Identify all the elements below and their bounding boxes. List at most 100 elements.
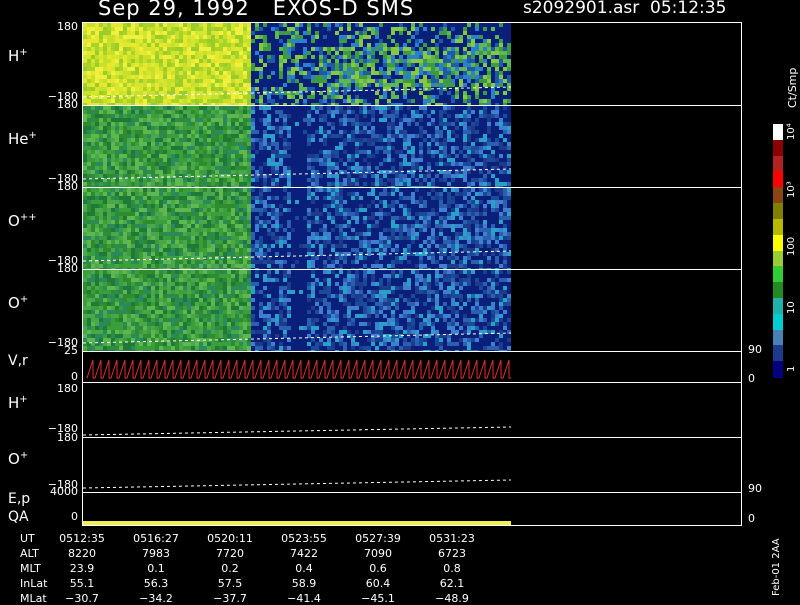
heatmap-cell	[283, 146, 287, 150]
heatmap-cell	[355, 216, 359, 220]
heatmap-cell	[83, 63, 87, 67]
heatmap-cell	[239, 87, 243, 91]
heatmap-cell	[367, 122, 371, 126]
heatmap-cell	[407, 47, 411, 51]
heatmap-cell	[411, 192, 415, 196]
heatmap-cell	[159, 188, 163, 192]
heatmap-cell	[403, 95, 407, 99]
heatmap-cell	[255, 27, 259, 31]
heatmap-cell	[159, 192, 163, 196]
heatmap-cell	[235, 126, 239, 130]
heatmap-cell	[483, 43, 487, 47]
heatmap-cell	[143, 182, 147, 186]
heatmap-cell	[203, 75, 207, 79]
heatmap-cell	[211, 236, 215, 240]
heatmap-cell	[187, 106, 191, 110]
heatmap-cell	[239, 138, 243, 142]
heatmap-cell	[275, 208, 279, 212]
heatmap-cell	[147, 166, 151, 170]
heatmap-cell	[143, 240, 147, 244]
heatmap-cell	[399, 79, 403, 83]
heatmap-cell	[263, 204, 267, 208]
ytick-top: 180	[57, 98, 78, 111]
heatmap-cell	[175, 264, 179, 268]
heatmap-cell	[95, 248, 99, 252]
heatmap-cell	[355, 236, 359, 240]
heatmap-cell	[363, 51, 367, 55]
heatmap-cell	[179, 264, 183, 268]
heatmap-cell	[223, 35, 227, 39]
heatmap-cell	[399, 67, 403, 71]
heatmap-cell	[179, 232, 183, 236]
heatmap-cell	[123, 146, 127, 150]
heatmap-cell	[167, 43, 171, 47]
heatmap-cell	[159, 75, 163, 79]
heatmap-cell	[395, 47, 399, 51]
heatmap-cell	[95, 270, 99, 274]
heatmap-cell	[263, 252, 267, 256]
heatmap-cell	[183, 196, 187, 200]
heatmap-cell	[83, 248, 87, 252]
heatmap-cell	[151, 224, 155, 228]
heatmap-cell	[91, 252, 95, 256]
heatmap-cell	[391, 31, 395, 35]
heatmap-cell	[359, 252, 363, 256]
heatmap-cell	[111, 99, 115, 103]
heatmap-cell	[251, 244, 255, 248]
heatmap-cell	[243, 240, 247, 244]
heatmap-cell	[447, 216, 451, 220]
heatmap-cell	[243, 95, 247, 99]
heatmap-cell	[419, 126, 423, 130]
heatmap-cell	[487, 75, 491, 79]
heatmap-cell	[467, 166, 471, 170]
heatmap-cell	[247, 67, 251, 71]
heatmap-cell	[263, 122, 267, 126]
heatmap-cell	[127, 110, 131, 114]
heatmap-cell	[343, 162, 347, 166]
heatmap-cell	[215, 55, 219, 59]
heatmap-cell	[419, 204, 423, 208]
heatmap-cell	[227, 260, 231, 264]
heatmap-cell	[331, 200, 335, 204]
heatmap-cell	[187, 35, 191, 39]
heatmap-cell	[151, 188, 155, 192]
heatmap-cell	[179, 240, 183, 244]
heatmap-cell	[411, 150, 415, 154]
heatmap-cell	[443, 67, 447, 71]
heatmap-cell	[483, 142, 487, 146]
heatmap-cell	[239, 212, 243, 216]
heatmap-cell	[171, 138, 175, 142]
heatmap-cell	[175, 118, 179, 122]
heatmap-cell	[91, 240, 95, 244]
heatmap-cell	[91, 248, 95, 252]
heatmap-cell	[483, 252, 487, 256]
heatmap-cell	[191, 264, 195, 268]
heatmap-cell	[363, 248, 367, 252]
heatmap-cell	[223, 178, 227, 182]
heatmap-cell	[239, 196, 243, 200]
heatmap-cell	[371, 47, 375, 51]
heatmap-cell	[199, 134, 203, 138]
heatmap-cell	[147, 59, 151, 63]
heatmap-cell	[231, 63, 235, 67]
heatmap-cell	[419, 47, 423, 51]
heatmap-cell	[219, 154, 223, 158]
heatmap-cell	[87, 322, 91, 326]
heatmap-cell	[287, 182, 291, 186]
heatmap-cell	[427, 212, 431, 216]
heatmap-cell	[231, 150, 235, 154]
heatmap-cell	[99, 23, 103, 27]
heatmap-cell	[327, 232, 331, 236]
heatmap-cell	[299, 244, 303, 248]
heatmap-cell	[119, 35, 123, 39]
heatmap-cell	[395, 256, 399, 260]
heatmap-cell	[291, 75, 295, 79]
heatmap-cell	[475, 75, 479, 79]
heatmap-cell	[239, 154, 243, 158]
heatmap-cell	[171, 35, 175, 39]
heatmap-cell	[363, 75, 367, 79]
heatmap-cell	[95, 306, 99, 310]
heatmap-cell	[155, 228, 159, 232]
heatmap-cell	[371, 130, 375, 134]
heatmap-cell	[447, 47, 451, 51]
